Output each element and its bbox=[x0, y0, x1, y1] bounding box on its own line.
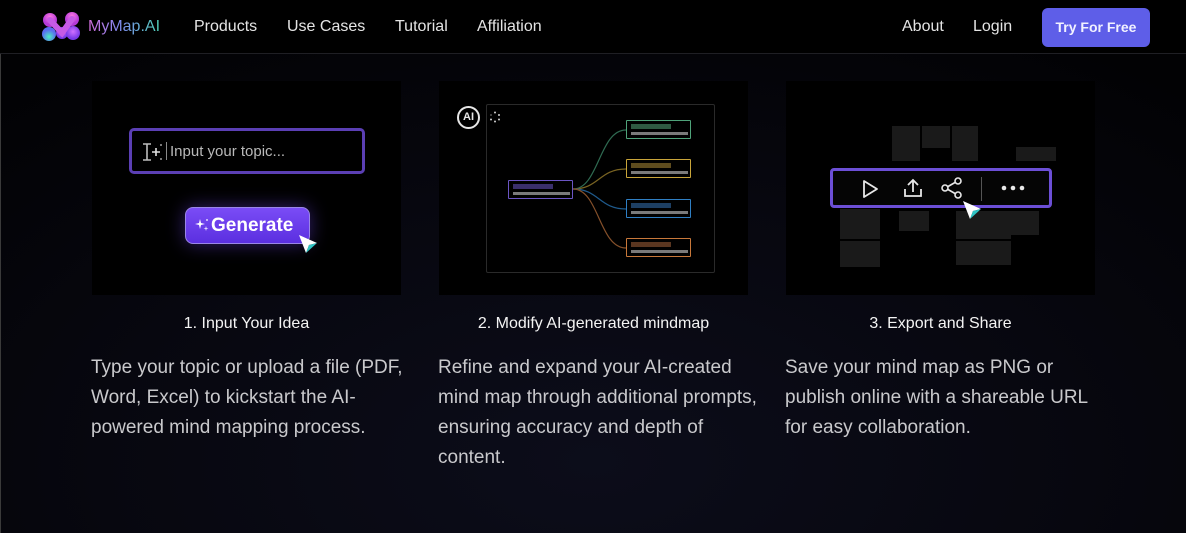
mindmap-branch-node bbox=[626, 238, 691, 257]
nav-link-about[interactable]: About bbox=[902, 18, 944, 36]
window-edge bbox=[0, 0, 1, 533]
mouse-cursor-icon bbox=[299, 235, 317, 253]
nav-link-tutorial[interactable]: Tutorial bbox=[395, 18, 448, 36]
step-1-illustration: Input your topic... Generate bbox=[92, 81, 401, 295]
mindmap-branch-node bbox=[626, 199, 691, 218]
generate-label: Generate bbox=[211, 215, 294, 236]
step-2-title: 2. Modify AI-generated mindmap bbox=[477, 315, 710, 332]
sparkle-icon bbox=[195, 219, 209, 231]
mindmap-root-node bbox=[508, 180, 573, 199]
toolbar-divider bbox=[981, 177, 982, 201]
brand-name[interactable]: MyMap.AI bbox=[88, 18, 160, 36]
mindmap-branch-node bbox=[626, 159, 691, 178]
top-navbar: MyMap.AI Products Use Cases Tutorial Aff… bbox=[0, 0, 1186, 54]
nav-link-login[interactable]: Login bbox=[973, 18, 1012, 36]
try-for-free-button[interactable]: Try For Free bbox=[1042, 8, 1150, 47]
share-icon bbox=[941, 177, 962, 199]
step-1-description: Type your topic or upload a file (PDF, W… bbox=[91, 357, 403, 438]
topic-placeholder: Input your topic... bbox=[170, 143, 286, 160]
play-icon bbox=[863, 180, 878, 198]
nav-link-affiliation[interactable]: Affiliation bbox=[477, 18, 542, 36]
mouse-cursor-icon bbox=[963, 201, 981, 219]
topic-input-mock: Input your topic... bbox=[129, 128, 365, 174]
generate-button-mock: Generate bbox=[185, 207, 310, 244]
more-icon bbox=[1001, 185, 1025, 191]
step-2-illustration: AI bbox=[439, 81, 748, 295]
share-toolbar-mock bbox=[830, 168, 1052, 208]
mymap-logo-icon[interactable] bbox=[41, 11, 81, 43]
nav-link-products[interactable]: Products bbox=[194, 18, 257, 36]
nav-link-use-cases[interactable]: Use Cases bbox=[287, 18, 365, 36]
mindmap-connectors bbox=[572, 129, 627, 249]
text-cursor-sparkle-icon bbox=[143, 143, 162, 161]
text-cursor bbox=[166, 142, 167, 160]
upload-icon bbox=[904, 178, 922, 197]
step-2-description: Refine and expand your AI-created mind m… bbox=[438, 357, 757, 468]
step-3-description: Save your mind map as PNG or publish onl… bbox=[785, 357, 1088, 438]
step-1-title: 1. Input Your Idea bbox=[183, 315, 310, 332]
step-3-illustration bbox=[786, 81, 1095, 295]
mindmap-branch-node bbox=[626, 120, 691, 139]
step-3-title: 3. Export and Share bbox=[869, 315, 1012, 332]
